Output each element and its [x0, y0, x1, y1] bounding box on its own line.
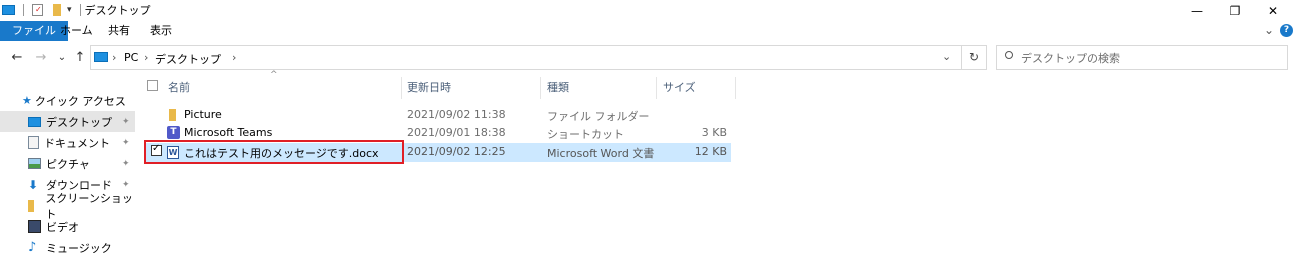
download-icon: ⬇: [28, 177, 39, 192]
ribbon-tabs: ファイル ホーム 共有 表示 ⌄ ?: [0, 21, 1296, 42]
address-bar[interactable]: › PC › デスクトップ › ⌄: [90, 45, 962, 70]
file-modified: 2021/09/02 11:38: [407, 108, 506, 121]
column-header-size[interactable]: サイズ: [663, 77, 696, 99]
pin-icon: ✦: [122, 158, 130, 169]
column-divider[interactable]: [735, 77, 736, 99]
title-bar: ✓ ▾ デスクトップ — ❐ ✕: [0, 0, 1296, 21]
column-divider[interactable]: [540, 77, 541, 99]
navigation-pane: ★ クイック アクセス デスクトップ ✦ ドキュメント ✦ ピクチャ ✦ ⬇ ダ…: [0, 90, 136, 260]
file-modified: 2021/09/01 18:38: [407, 126, 506, 139]
sidebar-item-videos[interactable]: ビデオ: [0, 216, 135, 237]
help-icon[interactable]: ?: [1280, 24, 1293, 37]
sidebar-item-label: デスクトップ: [46, 115, 112, 129]
video-icon: [28, 220, 41, 233]
breadcrumb-separator: ›: [112, 51, 117, 64]
column-divider[interactable]: [401, 77, 402, 99]
pc-icon: [94, 52, 108, 62]
search-input[interactable]: [1019, 49, 1283, 68]
minimize-icon: —: [1191, 3, 1203, 18]
select-all-checkbox[interactable]: [147, 80, 158, 91]
expand-ribbon-chevron-icon[interactable]: ⌄: [1264, 23, 1274, 37]
sidebar-item-label: ドキュメント: [44, 136, 110, 150]
search-box[interactable]: [996, 45, 1288, 70]
file-size: 12 KB: [694, 145, 727, 158]
file-name: Microsoft Teams: [184, 126, 273, 139]
tab-share[interactable]: 共有: [96, 21, 142, 41]
pin-icon: ✦: [122, 137, 130, 148]
window-title: デスクトップ: [84, 4, 151, 17]
refresh-icon: ↻: [968, 50, 980, 64]
folder-icon: [28, 199, 35, 212]
recent-locations-button[interactable]: ⌄: [54, 50, 70, 66]
desktop-icon: [28, 116, 41, 127]
sort-ascending-icon: ^: [270, 70, 278, 80]
sidebar-item-label: ビデオ: [46, 220, 79, 234]
file-type: Microsoft Word 文書: [547, 147, 655, 160]
file-type: ショートカット: [547, 128, 624, 141]
star-icon: ★: [22, 94, 32, 107]
sidebar-item-pictures[interactable]: ピクチャ ✦: [0, 153, 135, 174]
teams-icon: T: [167, 126, 180, 139]
column-header-modified[interactable]: 更新日時: [407, 77, 451, 99]
highlight-annotation-box: [144, 140, 404, 164]
breadcrumb-desktop[interactable]: デスクトップ: [155, 51, 221, 67]
sidebar-item-music[interactable]: ♪ ミュージック: [0, 237, 135, 258]
back-button[interactable]: ←: [9, 50, 25, 66]
pin-icon: ✦: [122, 179, 130, 190]
folder-icon: [169, 109, 176, 121]
new-folder-icon[interactable]: [53, 4, 61, 16]
toolbar-divider: [23, 4, 24, 16]
breadcrumb-separator: ›: [232, 51, 237, 64]
tab-view[interactable]: 表示: [138, 21, 184, 41]
quick-access-toolbar: ✓ ▾ デスクトップ: [2, 2, 151, 18]
sidebar-item-label: ミュージック: [46, 241, 112, 255]
file-modified: 2021/09/02 12:25: [407, 145, 506, 158]
refresh-button[interactable]: ↻: [962, 45, 987, 70]
music-icon: ♪: [28, 240, 37, 255]
forward-button[interactable]: →: [33, 50, 49, 66]
breadcrumb-pc[interactable]: PC: [124, 51, 138, 64]
sidebar-item-label: クイック アクセス: [34, 94, 126, 108]
search-icon: [1005, 51, 1013, 59]
pictures-icon: [28, 158, 41, 169]
sidebar-item-desktop[interactable]: デスクトップ ✦: [0, 111, 135, 132]
address-dropdown-chevron-icon[interactable]: ⌄: [942, 50, 951, 63]
sidebar-item-label: ピクチャ: [46, 157, 90, 171]
sidebar-item-documents[interactable]: ドキュメント ✦: [0, 132, 135, 153]
explorer-window-icon: [2, 5, 15, 15]
properties-icon[interactable]: ✓: [32, 4, 43, 16]
pin-icon: ✦: [122, 116, 130, 127]
file-name: Picture: [184, 108, 222, 121]
close-icon: ✕: [1267, 3, 1279, 18]
file-type: ファイル フォルダー: [547, 110, 650, 123]
file-size: 3 KB: [701, 126, 727, 139]
file-row-picture[interactable]: Picture 2021/09/02 11:38 ファイル フォルダー: [145, 106, 731, 124]
sidebar-item-quick-access[interactable]: ★ クイック アクセス: [0, 90, 135, 111]
close-button[interactable]: ✕: [1250, 0, 1296, 21]
toolbar-divider: [79, 4, 81, 16]
customize-toolbar-chevron-icon[interactable]: ▾: [67, 5, 72, 15]
column-header-type[interactable]: 種類: [547, 77, 569, 99]
document-icon: [28, 136, 39, 149]
column-header-name[interactable]: 名前: [168, 77, 190, 99]
column-divider[interactable]: [656, 77, 657, 99]
maximize-icon: ❐: [1229, 3, 1241, 18]
breadcrumb-separator: ›: [144, 51, 149, 64]
sidebar-item-screenshots[interactable]: スクリーンショット: [0, 192, 135, 221]
up-button[interactable]: ↑: [72, 50, 88, 66]
